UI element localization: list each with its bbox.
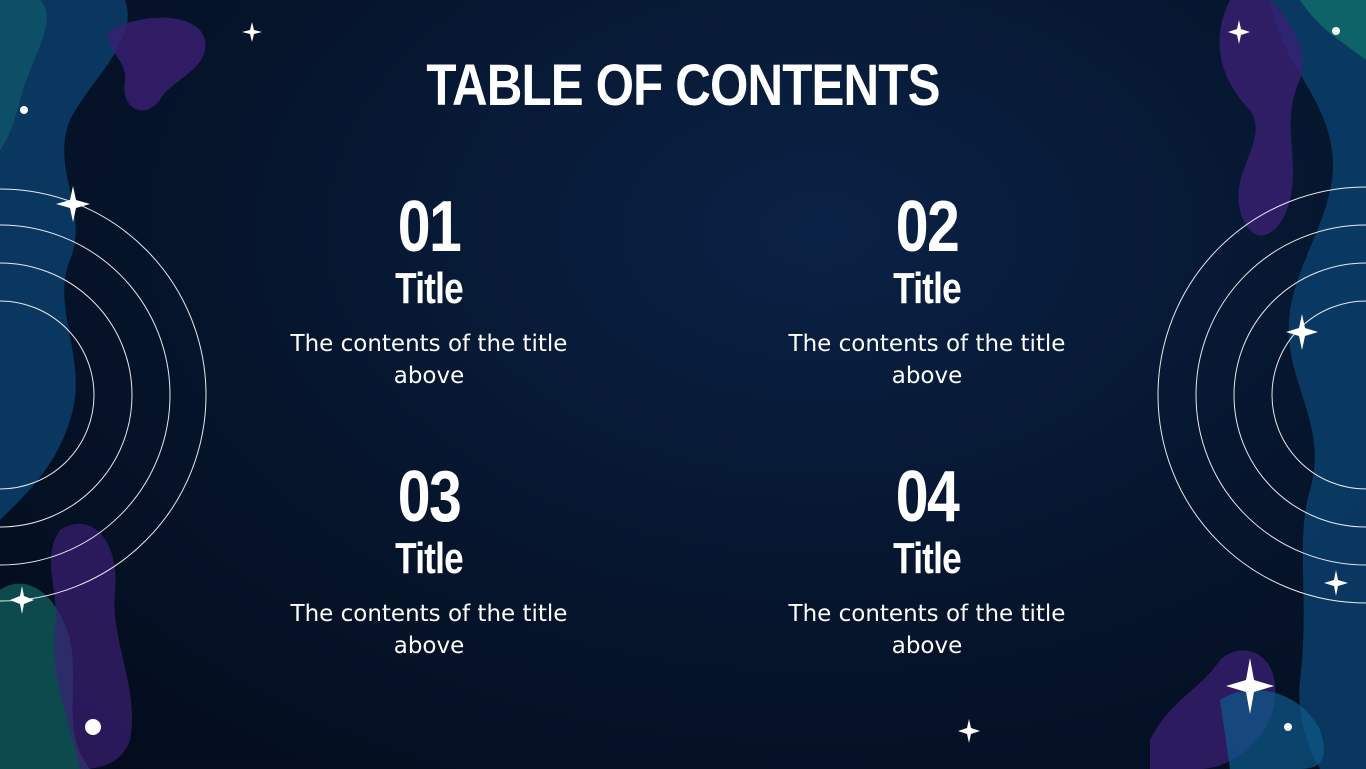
item-title: Title [395,534,464,583]
item-number: 01 [397,187,462,267]
dot [20,106,28,114]
dot [85,719,101,735]
toc-item-01: 01 Title The contents of the title above [259,190,599,392]
page-title: TABLE OF CONTENTS [426,53,940,118]
item-number: 04 [895,457,960,537]
toc-item-02: 02 Title The contents of the title above [757,190,1097,392]
slide: TABLE OF CONTENTS 01 Title The contents … [0,0,1366,769]
sparkle-icon [958,719,980,743]
item-description: The contents of the title above [290,331,568,389]
item-title: Title [395,264,464,313]
toc-item-03: 03 Title The contents of the title above [259,460,599,662]
item-description: The contents of the title above [290,601,568,659]
item-title: Title [893,534,962,583]
sparkle-icon [242,22,262,42]
item-number: 03 [397,457,462,537]
item-description: The contents of the title above [788,331,1066,389]
item-title: Title [893,264,962,313]
item-number: 02 [895,187,960,267]
dot [1332,27,1340,35]
toc-item-04: 04 Title The contents of the title above [757,460,1097,662]
item-description: The contents of the title above [788,601,1066,659]
dot [1284,723,1292,731]
